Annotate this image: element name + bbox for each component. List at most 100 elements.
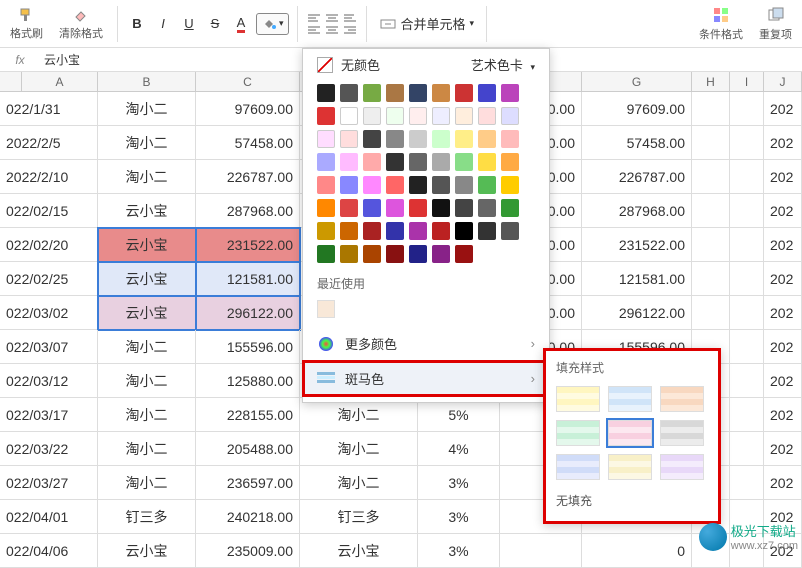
cell[interactable] (730, 296, 764, 330)
col-header-h[interactable]: H (692, 72, 730, 91)
color-swatch[interactable] (317, 107, 335, 125)
cell[interactable]: 287968.00 (582, 194, 692, 228)
font-color-button[interactable]: A (230, 13, 252, 35)
cond-format-group[interactable]: 条件格式 (693, 6, 749, 42)
color-swatch[interactable] (478, 199, 496, 217)
col-header-i[interactable]: I (730, 72, 764, 91)
color-swatch[interactable] (432, 107, 450, 125)
no-fill-option[interactable]: 无填充 (556, 488, 708, 509)
color-swatch[interactable] (501, 84, 519, 102)
cell[interactable]: 121581.00 (582, 262, 692, 296)
color-swatch[interactable] (363, 107, 381, 125)
color-swatch[interactable] (455, 153, 473, 171)
col-header-c[interactable]: C (196, 72, 300, 91)
cell[interactable] (730, 126, 764, 160)
cell[interactable]: 2022/2/10 (0, 160, 98, 194)
cell[interactable]: 57458.00 (582, 126, 692, 160)
cell[interactable]: 淘小二 (98, 92, 196, 126)
color-swatch[interactable] (363, 176, 381, 194)
color-swatch[interactable] (386, 176, 404, 194)
cell[interactable]: 淘小二 (98, 330, 196, 364)
color-swatch[interactable] (478, 153, 496, 171)
color-swatch[interactable] (409, 84, 427, 102)
merge-cells-button[interactable]: 合并单元格 ▾ (375, 12, 479, 35)
color-swatch[interactable] (409, 107, 427, 125)
color-swatch[interactable] (386, 153, 404, 171)
color-swatch[interactable] (432, 153, 450, 171)
align-center-icon[interactable] (324, 25, 340, 35)
cell[interactable] (692, 194, 730, 228)
cell[interactable]: 205488.00 (196, 432, 300, 466)
color-swatch[interactable] (432, 222, 450, 240)
col-header-b[interactable]: B (98, 72, 196, 91)
cell[interactable]: 淘小二 (98, 398, 196, 432)
col-header-j[interactable]: J (764, 72, 802, 91)
color-swatch[interactable] (409, 245, 427, 263)
formula-value[interactable]: 云小宝 (40, 51, 80, 68)
cell[interactable]: 淘小二 (300, 466, 418, 500)
align-middle-icon[interactable] (324, 13, 340, 23)
cell[interactable]: 钉三多 (300, 500, 418, 534)
cell[interactable]: 202 (764, 160, 802, 194)
bold-button[interactable]: B (126, 13, 148, 35)
cell[interactable]: 5% (418, 398, 500, 432)
color-swatch[interactable] (478, 130, 496, 148)
cell[interactable] (730, 262, 764, 296)
color-swatch[interactable] (501, 130, 519, 148)
color-swatch[interactable] (340, 130, 358, 148)
col-header-g[interactable]: G (582, 72, 692, 91)
cell[interactable]: 淘小二 (300, 432, 418, 466)
alignment-group[interactable] (306, 13, 358, 35)
zebra-style-swatch[interactable] (660, 454, 704, 480)
cell[interactable]: 202 (764, 262, 802, 296)
color-swatch[interactable] (363, 199, 381, 217)
cell[interactable]: 淘小二 (98, 126, 196, 160)
color-swatch[interactable] (317, 153, 335, 171)
cell[interactable]: 202 (764, 126, 802, 160)
cell[interactable] (730, 398, 764, 432)
zebra-style-swatch[interactable] (608, 420, 652, 446)
color-swatch[interactable] (340, 153, 358, 171)
zebra-style-swatch[interactable] (556, 420, 600, 446)
fill-color-button[interactable]: ▾ (256, 13, 289, 35)
cell[interactable]: 022/02/15 (0, 194, 98, 228)
cell[interactable]: 202 (764, 364, 802, 398)
cell[interactable] (500, 534, 582, 568)
color-swatch[interactable] (455, 199, 473, 217)
color-swatch[interactable] (455, 222, 473, 240)
color-swatch[interactable] (455, 176, 473, 194)
color-swatch[interactable] (409, 199, 427, 217)
zebra-style-swatch[interactable] (608, 386, 652, 412)
color-swatch[interactable] (455, 245, 473, 263)
color-swatch[interactable] (432, 245, 450, 263)
color-swatch[interactable] (478, 107, 496, 125)
select-all-corner[interactable] (0, 72, 22, 91)
zebra-style-swatch[interactable] (556, 386, 600, 412)
cell[interactable]: 202 (764, 194, 802, 228)
cell[interactable]: 226787.00 (196, 160, 300, 194)
zebra-color-item[interactable]: 斑马色 › (303, 361, 549, 396)
cell[interactable]: 57458.00 (196, 126, 300, 160)
color-swatch[interactable] (432, 130, 450, 148)
zebra-style-swatch[interactable] (556, 454, 600, 480)
align-right-icon[interactable] (342, 25, 358, 35)
cell[interactable]: 202 (764, 466, 802, 500)
color-swatch[interactable] (478, 222, 496, 240)
col-header-a[interactable]: A (22, 72, 98, 91)
cell[interactable]: 240218.00 (196, 500, 300, 534)
align-top-icon[interactable] (306, 13, 322, 23)
cell[interactable]: 287968.00 (196, 194, 300, 228)
cell[interactable]: 3% (418, 534, 500, 568)
cell[interactable]: 淘小二 (98, 364, 196, 398)
cell[interactable]: 202 (764, 432, 802, 466)
cell[interactable]: 202 (764, 398, 802, 432)
cell[interactable] (692, 262, 730, 296)
color-swatch[interactable] (478, 84, 496, 102)
zebra-style-swatch[interactable] (660, 420, 704, 446)
cell[interactable]: 云小宝 (98, 534, 196, 568)
color-swatch[interactable] (432, 176, 450, 194)
cell[interactable] (692, 228, 730, 262)
cell[interactable]: 淘小二 (98, 466, 196, 500)
format-painter-group[interactable]: 格式刷 (4, 7, 49, 41)
cell[interactable]: 022/02/25 (0, 262, 98, 296)
